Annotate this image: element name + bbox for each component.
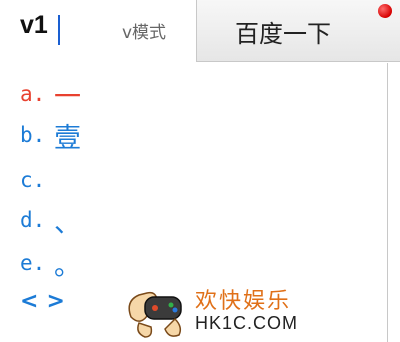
candidate-index: d. [20, 208, 46, 232]
candidate-index: a. [20, 82, 46, 106]
mode-label: v模式 [122, 23, 167, 43]
ime-candidate-panel: a. 一 b. 壹 c. d. 、 e. 。 < > 欢快娱乐 HK1C.COM [0, 63, 388, 342]
candidate-index: e. [20, 251, 46, 275]
candidate-text: 壹 [54, 122, 81, 154]
search-button-label: 百度一下 [235, 20, 331, 48]
candidate-index: b. [20, 123, 46, 147]
input-value: v1 [20, 11, 48, 39]
candidate-e[interactable]: e. 。 [20, 246, 81, 282]
notification-dot-icon [378, 4, 392, 18]
gamepad-hands-logo [128, 291, 182, 338]
candidate-a[interactable]: a. 一 [20, 77, 81, 113]
candidate-text: 一 [54, 81, 81, 113]
watermark-en: HK1C.COM [195, 313, 299, 333]
watermark-cn: 欢快娱乐 [195, 289, 292, 314]
search-button[interactable]: 百度一下 [197, 0, 400, 62]
watermark: 欢快娱乐 HK1C.COM [125, 283, 299, 341]
candidate-text: 。 [54, 250, 81, 282]
text-caret [58, 15, 60, 45]
candidate-pager: < > [20, 289, 65, 314]
candidate-d[interactable]: d. 、 [20, 203, 81, 239]
search-input[interactable]: v1 v模式 [0, 0, 197, 62]
next-page-icon[interactable]: > [46, 289, 64, 314]
candidate-b[interactable]: b. 壹 [20, 118, 81, 154]
candidate-text: 、 [54, 207, 81, 239]
candidate-index: c. [20, 168, 46, 192]
candidate-c[interactable]: c. [20, 163, 54, 197]
prev-page-icon[interactable]: < [20, 289, 38, 314]
